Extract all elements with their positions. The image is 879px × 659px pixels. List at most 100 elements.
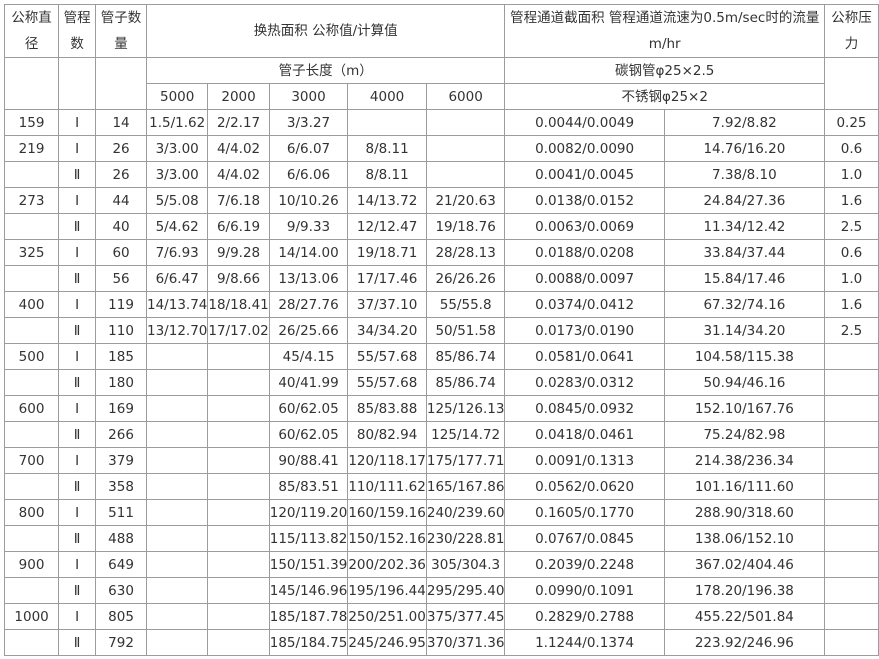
header-pressure-spacer [823,57,879,110]
cell-area-3000: 60/62.05 [268,395,349,422]
header-channel: 管程通道截面积 管程通道流速为0.5m/sec时的流量m/hr [504,4,825,58]
cell-area-5000: 1.5/1.62 [145,109,209,136]
cell-area-4000: 55/57.68 [347,343,427,370]
cell-area-6000: 50/51.58 [425,317,506,344]
cell-nominal-diameter: 273 [3,187,60,214]
cell-area-5000: 3/3.00 [145,135,209,162]
cell-channel-area: 0.0845/0.0932 [504,395,665,422]
cell-area-3000: 185/184.75 [268,629,349,656]
cell-nominal-pressure [823,525,879,552]
cell-nominal-pressure [823,551,879,578]
cell-tube-passes: Ⅱ [58,473,97,500]
cell-tube-passes: Ⅰ [58,187,97,214]
cell-area-2000: 17/17.02 [207,317,270,344]
cell-area-6000: 165/167.86 [425,473,506,500]
cell-tube-passes: Ⅱ [58,525,97,552]
cell-tube-passes: Ⅰ [58,135,97,162]
cell-channel-area: 0.0581/0.0641 [504,343,665,370]
cell-tube-passes: Ⅱ [58,265,97,292]
cell-tube-passes: Ⅱ [58,421,97,448]
cell-area-5000 [145,343,209,370]
cell-area-6000: 370/371.36 [425,629,506,656]
cell-nominal-pressure: 0.6 [823,135,879,162]
cell-area-3000: 40/41.99 [268,369,349,396]
cell-channel-area: 0.0041/0.0045 [504,161,665,188]
cell-area-4000: 85/83.88 [347,395,427,422]
cell-area-2000 [207,499,270,526]
header-length-5000: 5000 [145,83,209,110]
cell-area-3000: 13/13.06 [268,265,349,292]
cell-tube-count: 805 [95,603,147,630]
cell-flow-rate: 31.14/34.20 [663,317,825,344]
cell-nominal-pressure: 1.6 [823,291,879,318]
cell-flow-rate: 223.92/246.96 [663,629,825,656]
header-count-spacer [95,57,147,110]
cell-nominal-pressure [823,499,879,526]
cell-flow-rate: 101.16/111.60 [663,473,825,500]
cell-area-2000: 2/2.17 [207,109,270,136]
cell-tube-passes: Ⅰ [58,291,97,318]
cell-area-3000: 45/4.15 [268,343,349,370]
heat-exchanger-spec-table: 公称直径 管程数 管子数量 换热面积 公称值/计算值 管程通道截面积 管程通道流… [3,4,879,656]
cell-nominal-pressure [823,629,879,656]
table-row: Ⅱ 488 115/113.82 150/152.16 230/228.81 0.0767… [3,525,879,552]
cell-tube-passes: Ⅱ [58,161,97,188]
cell-nominal-pressure: 2.5 [823,317,879,344]
cell-area-6000: 230/228.81 [425,525,506,552]
cell-nominal-diameter [3,213,60,240]
cell-flow-rate: 33.84/37.44 [663,239,825,266]
cell-area-4000 [347,109,427,136]
cell-tube-passes: Ⅱ [58,317,97,344]
cell-area-6000: 85/86.74 [425,343,506,370]
table-row: Ⅱ 26 3/3.00 4/4.02 6/6.06 8/8.11 0.0041/0.0045… [3,161,879,188]
header-length-4000: 4000 [347,83,427,110]
cell-nominal-diameter [3,265,60,292]
cell-tube-passes: Ⅰ [58,395,97,422]
cell-nominal-pressure: 0.6 [823,239,879,266]
cell-tube-count: 56 [95,265,147,292]
cell-area-4000: 195/196.44 [347,577,427,604]
cell-nominal-pressure: 1.0 [823,265,879,292]
cell-channel-area: 0.1605/0.1770 [504,499,665,526]
cell-tube-count: 379 [95,447,147,474]
cell-area-6000: 19/18.76 [425,213,506,240]
cell-area-3000: 115/113.82 [268,525,349,552]
cell-channel-area: 0.0188/0.0208 [504,239,665,266]
cell-flow-rate: 214.38/236.34 [663,447,825,474]
cell-area-6000: 85/86.74 [425,369,506,396]
cell-nominal-diameter [3,473,60,500]
table-row: 400 Ⅰ 119 14/13.74 18/18.41 28/27.76 37/37.10 5… [3,291,879,318]
cell-area-2000 [207,447,270,474]
cell-nominal-pressure: 0.25 [823,109,879,136]
cell-tube-count: 169 [95,395,147,422]
cell-tube-count: 358 [95,473,147,500]
cell-area-6000 [425,161,506,188]
table-row: Ⅱ 56 6/6.47 9/8.66 13/13.06 17/17.46 26/26.26 0… [3,265,879,292]
cell-nominal-diameter: 500 [3,343,60,370]
cell-flow-rate: 138.06/152.10 [663,525,825,552]
cell-area-5000 [145,499,209,526]
cell-nominal-diameter: 600 [3,395,60,422]
cell-area-3000: 3/3.27 [268,109,349,136]
cell-tube-count: 60 [95,239,147,266]
cell-nominal-pressure: 2.5 [823,213,879,240]
cell-flow-rate: 178.20/196.38 [663,577,825,604]
cell-channel-area: 0.0283/0.0312 [504,369,665,396]
cell-area-2000: 4/4.02 [207,161,270,188]
cell-nominal-diameter: 325 [3,239,60,266]
cell-area-6000: 26/26.26 [425,265,506,292]
cell-area-6000: 295/295.40 [425,577,506,604]
cell-area-4000: 12/12.47 [347,213,427,240]
table-row: 800 Ⅰ 511 120/119.20 160/159.16 240/239.60 0.1… [3,499,879,526]
cell-area-5000: 5/4.62 [145,213,209,240]
cell-area-3000: 85/83.51 [268,473,349,500]
cell-nominal-pressure [823,343,879,370]
cell-nominal-diameter [3,161,60,188]
cell-area-3000: 145/146.96 [268,577,349,604]
header-tube-count: 管子数量 [95,4,147,58]
table-row: 500 Ⅰ 185 45/4.15 55/57.68 85/86.74 0.0581/0.0… [3,343,879,370]
cell-area-3000: 10/10.26 [268,187,349,214]
table-row: 700 Ⅰ 379 90/88.41 120/118.17 175/177.71 0.009… [3,447,879,474]
header-length-3000: 3000 [268,83,349,110]
cell-area-2000: 7/6.18 [207,187,270,214]
